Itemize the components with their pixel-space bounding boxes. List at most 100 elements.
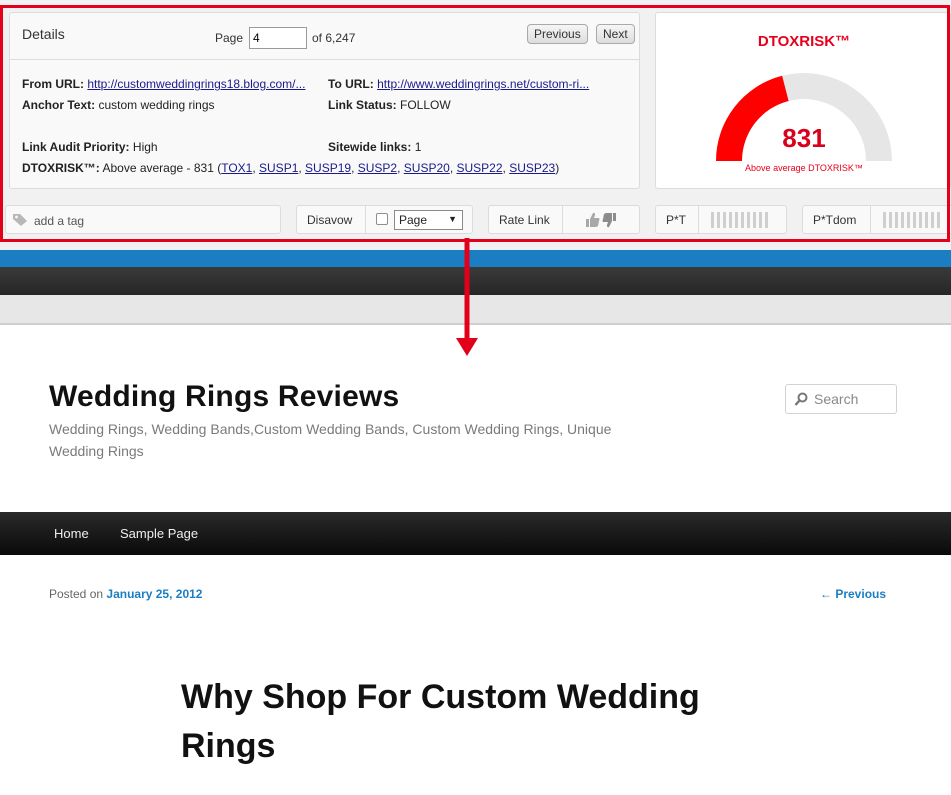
pt-tick bbox=[747, 212, 750, 228]
link-status-value: FOLLOW bbox=[400, 98, 451, 112]
ptdom-tick bbox=[931, 212, 934, 228]
pt-tick bbox=[759, 212, 762, 228]
tag-placeholder: add a tag bbox=[34, 214, 85, 228]
audit-priority-value: High bbox=[132, 140, 158, 154]
ptdom-tick bbox=[925, 212, 928, 228]
from-url-link[interactable]: http://customweddingrings18.blog.com/... bbox=[87, 77, 305, 91]
search-input[interactable] bbox=[814, 391, 894, 407]
pt-label: P*T bbox=[666, 213, 687, 227]
thumbs-up-icon[interactable] bbox=[586, 212, 600, 227]
sitewide-links-label: Sitewide links: bbox=[328, 140, 412, 154]
rate-link-label: Rate Link bbox=[499, 213, 550, 227]
ptdom-metric: P*Tdom bbox=[802, 205, 951, 234]
pt-tick bbox=[711, 212, 714, 228]
pt-tick bbox=[741, 212, 744, 228]
pt-tick bbox=[723, 212, 726, 228]
dtoxrisk-value: Above average - 831 ( bbox=[102, 161, 222, 175]
page-total: of 6,247 bbox=[312, 31, 356, 45]
post-date-link[interactable]: January 25, 2012 bbox=[106, 587, 202, 601]
anchor-text-value: custom wedding rings bbox=[98, 98, 215, 112]
ptdom-tick bbox=[937, 212, 940, 228]
thumbs-down-icon[interactable] bbox=[602, 213, 617, 228]
dtox-link-separator: , bbox=[351, 161, 358, 175]
disavow-scope-select[interactable]: Page ▼ bbox=[394, 210, 463, 230]
ptdom-bar bbox=[883, 212, 940, 228]
pt-bar bbox=[711, 212, 768, 228]
link-detail-panel: Details Page of 6,247 Previous Next From… bbox=[0, 0, 951, 250]
details-box: Details Page of 6,247 Previous Next From… bbox=[9, 12, 640, 189]
dtox-rule-link[interactable]: SUSP20 bbox=[404, 161, 450, 175]
from-url-label: From URL: bbox=[22, 77, 84, 91]
pt-tick bbox=[717, 212, 720, 228]
dropdown-arrow-icon: ▼ bbox=[448, 214, 457, 224]
ptdom-tick bbox=[883, 212, 886, 228]
posted-prefix: Posted on bbox=[49, 587, 104, 601]
details-title: Details bbox=[22, 26, 65, 42]
disavow-scope-value: Page bbox=[399, 213, 428, 227]
audit-priority-row: Link Audit Priority: High bbox=[22, 140, 158, 154]
tag-field[interactable]: add a tag bbox=[5, 205, 281, 234]
previous-post-link[interactable]: ← Previous bbox=[820, 587, 886, 601]
ptdom-tick bbox=[907, 212, 910, 228]
site-title[interactable]: Wedding Rings Reviews bbox=[49, 380, 399, 414]
divider bbox=[562, 206, 563, 233]
pt-metric: P*T bbox=[655, 205, 787, 234]
dtox-rule-link[interactable]: SUSP2 bbox=[358, 161, 397, 175]
thumbs-rating bbox=[586, 212, 617, 228]
ptdom-tick bbox=[889, 212, 892, 228]
gauge-value: 831 bbox=[782, 123, 826, 153]
annotation-arrow-icon bbox=[456, 238, 478, 356]
pt-tick bbox=[735, 212, 738, 228]
post-meta: Posted on January 25, 2012 bbox=[49, 587, 202, 601]
dtoxrisk-gauge-box: DTOXRISK™ 831 Above average DTOXRISK™ bbox=[655, 12, 951, 189]
divider bbox=[870, 206, 871, 233]
ptdom-tick bbox=[913, 212, 916, 228]
sitewide-links-row: Sitewide links: 1 bbox=[328, 140, 421, 154]
search-box[interactable] bbox=[785, 384, 897, 414]
anchor-text-row: Anchor Text: custom wedding rings bbox=[22, 98, 215, 112]
dtox-link-close: ) bbox=[555, 161, 560, 175]
nav-item-sample-page[interactable]: Sample Page bbox=[120, 526, 198, 541]
sitewide-links-value: 1 bbox=[414, 140, 422, 154]
disavow-control: Disavow Page ▼ bbox=[296, 205, 473, 234]
pt-tick bbox=[753, 212, 756, 228]
page-label: Page bbox=[215, 31, 244, 45]
dtox-rule-link[interactable]: SUSP23 bbox=[509, 161, 555, 175]
page-number-input[interactable] bbox=[249, 27, 307, 49]
disavow-label[interactable]: Disavow bbox=[307, 213, 352, 227]
details-header: Details Page of 6,247 Previous Next bbox=[10, 13, 639, 60]
search-icon bbox=[794, 392, 808, 406]
dtox-rule-link[interactable]: SUSP22 bbox=[456, 161, 502, 175]
to-url-link[interactable]: http://www.weddingrings.net/custom-ri... bbox=[377, 77, 589, 91]
ptdom-tick bbox=[895, 212, 898, 228]
link-status-row: Link Status: FOLLOW bbox=[328, 98, 451, 112]
to-url-row: To URL: http://www.weddingrings.net/cust… bbox=[328, 77, 589, 91]
gauge-title: DTOXRISK™ bbox=[757, 33, 851, 50]
dtoxrisk-label: DTOXRISK™: bbox=[22, 161, 100, 175]
to-url-label: To URL: bbox=[328, 77, 374, 91]
rate-link-control: Rate Link bbox=[488, 205, 640, 234]
ptdom-tick bbox=[919, 212, 922, 228]
dtox-link-separator: , bbox=[252, 161, 260, 175]
screenshot-root: Details Page of 6,247 Previous Next From… bbox=[0, 0, 951, 795]
post-title: Why Shop For Custom Wedding Rings bbox=[181, 678, 700, 765]
gauge-caption: Above average DTOXRISK™ bbox=[745, 163, 863, 173]
nav-item-home[interactable]: Home bbox=[54, 526, 89, 541]
audit-priority-label: Link Audit Priority: bbox=[22, 140, 130, 154]
pt-tick bbox=[729, 212, 732, 228]
link-status-label: Link Status: bbox=[328, 98, 397, 112]
disavow-checkbox[interactable] bbox=[376, 213, 388, 225]
main-nav: Home Sample Page bbox=[0, 512, 951, 555]
divider bbox=[365, 206, 366, 233]
anchor-text-label: Anchor Text: bbox=[22, 98, 96, 112]
divider bbox=[698, 206, 699, 233]
dtox-rule-link[interactable]: SUSP19 bbox=[305, 161, 351, 175]
next-button[interactable]: Next bbox=[596, 24, 635, 44]
ptdom-label: P*Tdom bbox=[813, 213, 857, 227]
site-description: Wedding Rings, Wedding Bands,Custom Wedd… bbox=[49, 421, 612, 459]
dtox-rule-link[interactable]: SUSP1 bbox=[259, 161, 298, 175]
previous-button[interactable]: Previous bbox=[527, 24, 588, 44]
ptdom-tick bbox=[901, 212, 904, 228]
dtox-rule-link[interactable]: TOX1 bbox=[221, 161, 252, 175]
dtox-link-separator: , bbox=[397, 161, 404, 175]
